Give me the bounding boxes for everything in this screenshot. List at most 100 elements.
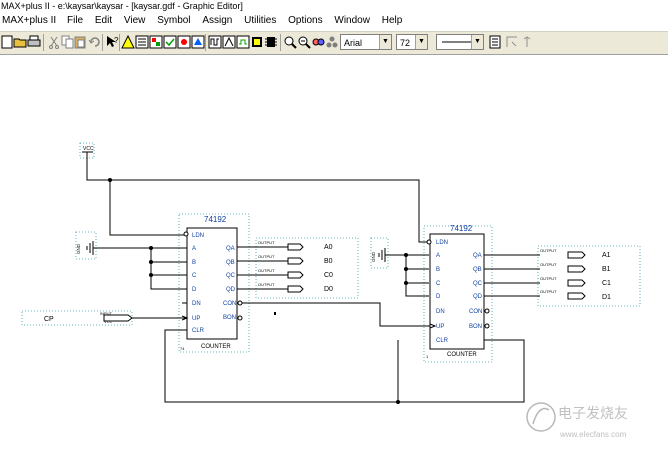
- print-icon[interactable]: [27, 35, 41, 49]
- chip2-pin-d: D: [436, 294, 441, 300]
- chip1-pin-bon: BON: [223, 315, 236, 321]
- watermark-cn: 电子发烧友: [558, 405, 628, 421]
- waveform-icon[interactable]: [236, 35, 250, 49]
- chip1-pin-a: A: [192, 246, 196, 252]
- output-pin-b1[interactable]: OUTPUT B1: [540, 262, 611, 273]
- output-pin-b0[interactable]: OUTPUT B0: [258, 254, 333, 265]
- menu-utilities[interactable]: Utilities: [244, 13, 276, 29]
- line-style-select[interactable]: ▼: [436, 34, 484, 50]
- menu-options[interactable]: Options: [288, 13, 322, 29]
- chip1-pin-up: UP: [192, 316, 200, 322]
- font-name-dropdown-arrow-icon[interactable]: ▼: [379, 35, 391, 49]
- line-style-dropdown-arrow-icon[interactable]: ▼: [471, 35, 483, 49]
- output2-symbol-label-3: OUTPUT: [540, 289, 557, 294]
- chip2-pin-qb: QB: [473, 267, 482, 273]
- gnd-symbol-1[interactable]: GND: [76, 241, 94, 255]
- output-pin-a1[interactable]: OUTPUT A1: [540, 248, 611, 259]
- menu-assign[interactable]: Assign: [202, 13, 232, 29]
- vcc-label: VCC: [83, 146, 94, 152]
- menu-view[interactable]: View: [124, 13, 146, 29]
- simulate-icon[interactable]: [208, 35, 222, 49]
- font-name-value: Arial: [344, 38, 363, 48]
- fit-icon[interactable]: [311, 35, 325, 49]
- chip-icon[interactable]: [264, 35, 278, 49]
- output-name-b1: B1: [602, 266, 611, 273]
- graphic-editor-canvas[interactable]: VCC GND GND CP INPUT VCC 74192 LDN A B C…: [0, 54, 668, 449]
- paste-icon[interactable]: [73, 35, 87, 49]
- find-icon[interactable]: [325, 35, 339, 49]
- hierarchy-up-icon[interactable]: [121, 35, 135, 49]
- rubberband-icon[interactable]: [488, 35, 502, 49]
- timing-icon[interactable]: [222, 35, 236, 49]
- output1-symbol-label-0: OUTPUT: [258, 240, 275, 245]
- chip2-pin-con: CON: [469, 309, 482, 315]
- output-pin-d1[interactable]: OUTPUT D1: [540, 289, 611, 301]
- chip2-pin-bon: BON: [469, 324, 482, 330]
- output-name-c0: C0: [324, 272, 333, 279]
- gnd-symbol-2[interactable]: GND: [371, 248, 386, 262]
- output-name-c1: C1: [602, 280, 611, 287]
- cut-icon[interactable]: [47, 35, 61, 49]
- menu-maxplus[interactable]: MAX+plus II: [2, 13, 56, 29]
- menu-symbol[interactable]: Symbol: [157, 13, 190, 29]
- chip2-footer: COUNTER: [447, 352, 477, 358]
- window-title: MAX+plus II - e:\kaysar\kaysar - [kaysar…: [1, 1, 243, 11]
- open-folder-icon[interactable]: [13, 35, 27, 49]
- gnd-label-1: GND: [76, 243, 81, 254]
- menu-edit[interactable]: Edit: [95, 13, 112, 29]
- undo-icon[interactable]: [88, 35, 102, 49]
- font-size-select[interactable]: 72 ▼: [396, 34, 428, 50]
- save-check-icon[interactable]: [163, 35, 177, 49]
- chip2-pin-clr: CLR: [436, 338, 449, 344]
- output-name-d0: D0: [324, 286, 333, 293]
- zoom-out-icon[interactable]: [297, 35, 311, 49]
- menu-help[interactable]: Help: [382, 13, 403, 29]
- output-pin-a0[interactable]: OUTPUT A0: [258, 240, 333, 251]
- output1-symbol-label-1: OUTPUT: [258, 254, 275, 259]
- chip2-pin-qd: QD: [473, 294, 483, 300]
- chip1-pin-c: C: [192, 273, 197, 279]
- wire-junctions: [108, 178, 408, 404]
- output1-symbol-label-2: OUTPUT: [258, 268, 275, 273]
- chip1-corner: 74: [180, 346, 185, 351]
- programmer-icon[interactable]: [250, 35, 264, 49]
- line-style-icon: [442, 41, 472, 43]
- chip2-pin-qc: QC: [473, 281, 483, 287]
- font-name-select[interactable]: Arial ▼: [340, 34, 392, 50]
- compile-icon[interactable]: [177, 35, 191, 49]
- chip2-pin-dn: DN: [436, 309, 445, 315]
- orthogonal-icon[interactable]: [505, 35, 519, 49]
- output-pin-c1[interactable]: OUTPUT C1: [540, 276, 611, 287]
- help-pointer-icon[interactable]: ?: [105, 35, 119, 49]
- input-symbol-label: INPUT: [100, 311, 113, 316]
- font-size-value: 72: [400, 38, 411, 48]
- output-pin-d0[interactable]: OUTPUT D0: [258, 282, 333, 293]
- chip1-pin-d: D: [192, 287, 197, 293]
- input-pin-cp[interactable]: CP INPUT VCC: [44, 311, 133, 324]
- menu-window[interactable]: Window: [334, 13, 370, 29]
- counter-chip-1[interactable]: 74192 LDN A B C D DN UP CLR QA QB QC QD …: [180, 215, 243, 351]
- input-name: CP: [44, 316, 54, 323]
- output-name-a0: A0: [324, 244, 333, 251]
- counter-chip-2[interactable]: 74192 LDN A B C D DN UP CLR QA QB QC QD …: [426, 224, 490, 359]
- vcc-symbol[interactable]: VCC: [82, 146, 94, 153]
- chip1-pin-qc: QC: [226, 273, 236, 279]
- hierarchy-icon[interactable]: [135, 35, 149, 49]
- text-tool-icon[interactable]: [520, 35, 534, 49]
- output-pin-c0[interactable]: OUTPUT C0: [258, 268, 333, 279]
- chip1-pin-ldn: LDN: [192, 233, 204, 239]
- new-file-icon[interactable]: [0, 35, 14, 49]
- toolbar: ? Arial ▼ 72 ▼ ▼: [0, 31, 668, 55]
- chip1-footer: COUNTER: [201, 344, 231, 350]
- menu-file[interactable]: File: [67, 13, 83, 29]
- chip2-pin-c: C: [436, 281, 441, 287]
- zoom-in-icon[interactable]: [283, 35, 297, 49]
- output2-symbol-label-1: OUTPUT: [540, 262, 557, 267]
- font-size-dropdown-arrow-icon[interactable]: ▼: [415, 35, 427, 49]
- chip2-pin-up: UP: [436, 324, 444, 330]
- chip2-pin-b: B: [436, 267, 440, 273]
- save-compile-icon[interactable]: [191, 35, 205, 49]
- floorplan-icon[interactable]: [149, 35, 163, 49]
- chip1-pin-clr: CLR: [192, 328, 205, 334]
- chip1-pin-con: CON: [223, 301, 236, 307]
